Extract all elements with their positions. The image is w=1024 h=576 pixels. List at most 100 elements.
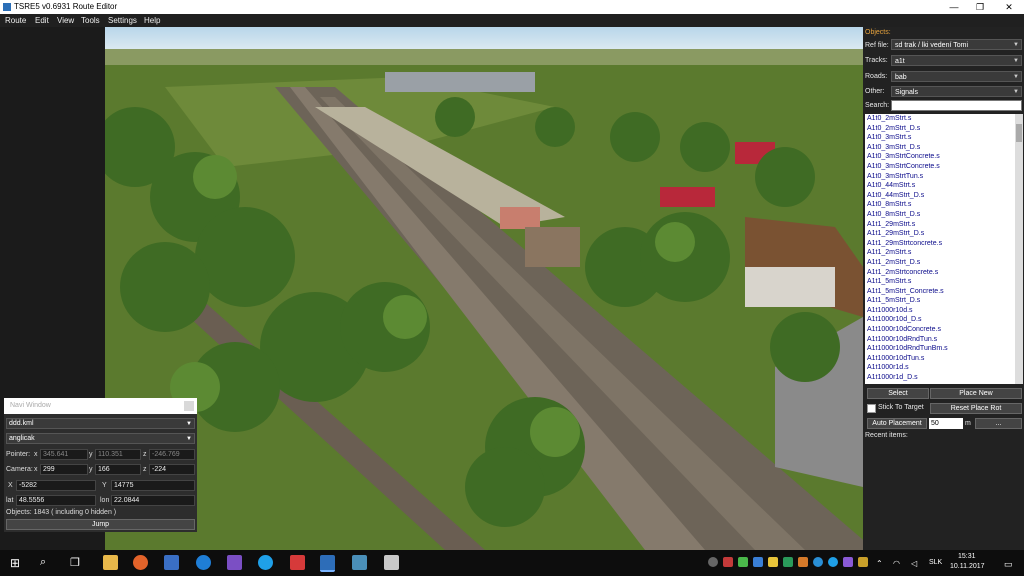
object-list-item[interactable]: A1t1000r10dTun.s	[865, 354, 1015, 364]
navi-language-select[interactable]: anglicak ▼	[6, 433, 195, 444]
menu-view[interactable]: View	[57, 16, 74, 25]
navi-title-bar[interactable]: Navi Window	[4, 398, 197, 414]
scrollbar-thumb[interactable]	[1016, 124, 1022, 142]
minimize-button[interactable]: —	[940, 0, 968, 14]
task-view-icon[interactable]: ❐	[70, 556, 80, 569]
tray-icon-8[interactable]	[813, 557, 823, 567]
maximize-button[interactable]: ❐	[966, 0, 994, 14]
menu-route[interactable]: Route	[5, 16, 26, 25]
more-button[interactable]: ...	[975, 418, 1022, 429]
tracks-select[interactable]: a1t ▼	[891, 55, 1022, 66]
object-list-item[interactable]: A1t0_3mStrt_D.s	[865, 143, 1015, 153]
pointer-x-label: x	[34, 451, 38, 458]
search-input[interactable]	[891, 100, 1022, 111]
clock-date[interactable]: 10.11.2017	[950, 563, 985, 570]
object-list-item[interactable]: A1t0_44mStrt_D.s	[865, 191, 1015, 201]
object-list-item[interactable]: A1t0_3mStrtConcrete.s	[865, 162, 1015, 172]
menu-help[interactable]: Help	[144, 16, 160, 25]
lat-input[interactable]: 48.5556	[16, 495, 96, 506]
object-list-item[interactable]: A1t1_2mStrtconcrete.s	[865, 268, 1015, 278]
object-list-item[interactable]: A1t0_8mStrt.s	[865, 200, 1015, 210]
lon-input[interactable]: 22.0844	[111, 495, 195, 506]
object-list-item[interactable]: A1t1000r10d.s	[865, 306, 1015, 316]
ref-file-select[interactable]: sd trak / lki vedení Tomi ▼	[891, 39, 1022, 50]
app-icon-4[interactable]	[384, 555, 399, 570]
edge-icon[interactable]	[196, 555, 211, 570]
tray-icon-9[interactable]	[843, 557, 853, 567]
object-list-item[interactable]: A1t0_3mStrtConcrete.s	[865, 152, 1015, 162]
object-list-item[interactable]: A1t1_5mStrt_Concrete.s	[865, 287, 1015, 297]
notifications-icon[interactable]: ▭	[1004, 559, 1013, 570]
pointer-z-label: z	[143, 451, 147, 458]
tray-icon-10[interactable]	[858, 557, 868, 567]
language-indicator[interactable]: SLK	[929, 559, 942, 566]
object-list-item[interactable]: A1t1_5mStrt.s	[865, 277, 1015, 287]
object-list-item[interactable]: A1t1_5mStrt_D.s	[865, 296, 1015, 306]
object-list-item[interactable]: A1t0_2mStrt.s	[865, 114, 1015, 124]
roads-value: bab	[895, 74, 907, 81]
search-icon[interactable]: ⌕	[40, 556, 46, 569]
tile-x-input[interactable]: -5282	[16, 480, 96, 491]
app-icon-red[interactable]	[290, 555, 305, 570]
route-editor-taskbar-icon[interactable]	[320, 555, 335, 572]
roads-select[interactable]: bab ▼	[891, 71, 1022, 82]
volume-icon[interactable]: ◁	[911, 559, 917, 568]
object-list-item[interactable]: A1t0_3mStrtTun.s	[865, 172, 1015, 182]
object-list-item[interactable]: A1t1000r10dRndTun.s	[865, 335, 1015, 345]
app-icon-3[interactable]	[352, 555, 367, 570]
tray-icon-5[interactable]	[768, 557, 778, 567]
navi-close-icon[interactable]	[184, 401, 194, 411]
tray-icon-4[interactable]	[753, 557, 763, 567]
object-list[interactable]: A1t0_2mStrt.s A1t0_2mStrt_D.s A1t0_3mStrt.…	[865, 114, 1015, 384]
object-list-item[interactable]: A1t1_29mStrtconcrete.s	[865, 239, 1015, 249]
navi-file-select[interactable]: ddd.kml ▼	[6, 418, 195, 429]
stick-to-target-label: Stick To Target	[878, 404, 924, 411]
tray-skype-icon[interactable]	[828, 557, 838, 567]
tile-y-input[interactable]: 14775	[111, 480, 195, 491]
select-button[interactable]: Select	[867, 388, 929, 399]
object-list-item[interactable]: A1t1_29mStrt.s	[865, 220, 1015, 230]
menu-edit[interactable]: Edit	[35, 16, 49, 25]
wifi-icon[interactable]: ◠	[893, 559, 900, 568]
place-new-button[interactable]: Place New	[930, 388, 1022, 399]
other-select[interactable]: Signals ▼	[891, 86, 1022, 97]
menu-tools[interactable]: Tools	[81, 16, 100, 25]
object-list-item[interactable]: A1t1000r10d_D.s	[865, 315, 1015, 325]
camera-z[interactable]: -224	[149, 464, 195, 475]
tray-icon-2[interactable]	[723, 557, 733, 567]
object-list-item[interactable]: A1t1000r1d_D.s	[865, 373, 1015, 383]
tray-icon-1[interactable]	[708, 557, 718, 567]
reset-place-rot-button[interactable]: Reset Place Rot	[930, 403, 1022, 414]
object-list-item[interactable]: A1t0_8mStrt_D.s	[865, 210, 1015, 220]
object-list-item[interactable]: A1t0_3mStrt.s	[865, 133, 1015, 143]
visual-studio-icon[interactable]	[227, 555, 242, 570]
object-list-item[interactable]: A1t1_2mStrt_D.s	[865, 258, 1015, 268]
object-list-item[interactable]: A1t1_29mStrt_D.s	[865, 229, 1015, 239]
object-list-item[interactable]: A1t1_2mStrt.s	[865, 248, 1015, 258]
tray-icon-6[interactable]	[783, 557, 793, 567]
menu-settings[interactable]: Settings	[108, 16, 137, 25]
clock-time[interactable]: 15:31	[958, 553, 976, 560]
object-list-item[interactable]: A1t1000r10dConcrete.s	[865, 325, 1015, 335]
3d-viewport[interactable]	[105, 27, 863, 550]
object-list-item[interactable]: A1t1000r10dRndTunBm.s	[865, 344, 1015, 354]
object-list-item[interactable]: A1t0_2mStrt_D.s	[865, 124, 1015, 134]
object-list-scrollbar[interactable]	[1015, 114, 1023, 384]
tray-icon-7[interactable]	[798, 557, 808, 567]
app-icon-2[interactable]	[164, 555, 179, 570]
windows-start-icon[interactable]: ⊞	[10, 556, 20, 570]
auto-placement-button[interactable]: Auto Placement	[867, 418, 927, 429]
chevron-up-icon[interactable]: ⌃	[876, 559, 883, 568]
close-button[interactable]: ✕	[995, 0, 1023, 14]
auto-placement-distance[interactable]: 50	[929, 418, 963, 429]
jump-button[interactable]: Jump	[6, 519, 195, 530]
tray-icon-3[interactable]	[738, 557, 748, 567]
camera-y[interactable]: 166	[95, 464, 141, 475]
object-list-item[interactable]: A1t1000r1d.s	[865, 363, 1015, 373]
firefox-icon[interactable]	[133, 555, 148, 570]
stick-to-target-checkbox[interactable]	[867, 404, 876, 413]
file-explorer-icon[interactable]	[103, 555, 118, 570]
skype-icon[interactable]	[258, 555, 273, 570]
object-list-item[interactable]: A1t0_44mStrt.s	[865, 181, 1015, 191]
camera-x[interactable]: 299	[40, 464, 88, 475]
